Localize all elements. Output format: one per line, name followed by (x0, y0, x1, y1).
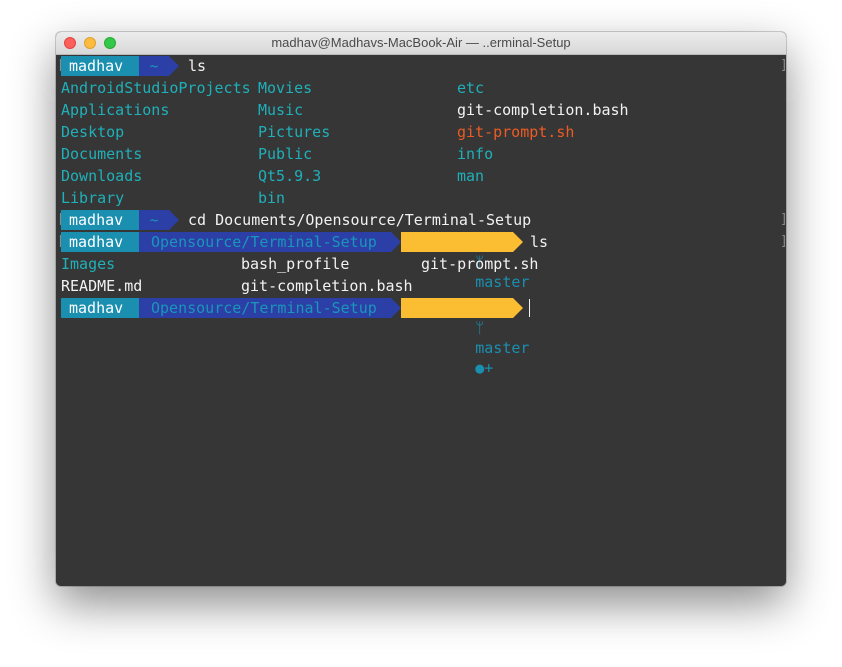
ls-entry: etc (457, 79, 485, 97)
prompt-user: madhav (61, 232, 139, 252)
ls-entry: Qt5.9.3 (258, 167, 322, 185)
ls-row: Library bin (56, 187, 786, 209)
powerline-arrow (169, 210, 179, 230)
powerline-arrow (391, 298, 401, 318)
ls-entry: Pictures (258, 123, 331, 141)
git-branch-icon: ᛘ (475, 319, 485, 337)
title-bar[interactable]: madhav@Madhavs-MacBook-Air — ..erminal-S… (56, 32, 786, 55)
prompt-line: [ ] madhav ~ ls (56, 55, 786, 77)
ls-entry: README.md (61, 277, 143, 295)
ls-entry: Applications (61, 101, 170, 119)
command-text: ls (188, 57, 207, 75)
window-title: madhav@Madhavs-MacBook-Air — ..erminal-S… (271, 35, 571, 50)
powerline-arrow (169, 56, 179, 76)
ls-entry: Downloads (61, 167, 143, 185)
powerline-arrow (513, 232, 523, 252)
bracket-right: ] (780, 231, 786, 253)
git-segment: ᛘ master ●+ (401, 232, 529, 311)
ls-entry: git-prompt.sh (457, 123, 575, 141)
ls-row: Documents Public info (56, 143, 786, 165)
command-text: ls (530, 233, 549, 251)
ls-entry: bin (258, 189, 286, 207)
bracket-right: ] (780, 209, 786, 231)
text-cursor (529, 299, 530, 317)
ls-row: Desktop Pictures git-prompt.sh (56, 121, 786, 143)
ls-row: Applications Music git-completion.bash (56, 99, 786, 121)
terminal-window: madhav@Madhavs-MacBook-Air — ..erminal-S… (56, 32, 786, 586)
ls-entry: git-prompt.sh (421, 255, 539, 273)
ls-row: Images bash_profile git-prompt.sh (56, 253, 786, 275)
git-branch: master (475, 339, 530, 357)
ls-entry: AndroidStudioProjects (61, 79, 251, 97)
prompt-dir: Opensource/Terminal-Setup (139, 298, 391, 318)
prompt-line: madhav Opensource/Terminal-Setup ᛘ maste… (56, 297, 786, 377)
prompt-user: madhav (61, 210, 139, 230)
prompt-user: madhav (61, 56, 139, 76)
prompt-line: [ ] madhav Opensource/Terminal-Setup ᛘ m… (56, 231, 786, 311)
command-text: cd Documents/Opensource/Terminal-Setup (188, 211, 532, 229)
prompt-dir: ~ (139, 56, 169, 76)
terminal-content[interactable]: [ ] madhav ~ ls AndroidStudioProjects Mo… (56, 55, 786, 586)
ls-row: README.md git-completion.bash (56, 275, 786, 297)
ls-entry: man (457, 167, 485, 185)
prompt-dir: Opensource/Terminal-Setup (139, 232, 391, 252)
ls-row: AndroidStudioProjects Movies etc (56, 77, 786, 99)
powerline-arrow (513, 298, 523, 318)
ls-entry: Music (258, 101, 304, 119)
prompt-user: madhav (61, 298, 139, 318)
ls-entry: Desktop (61, 123, 125, 141)
ls-entry: Documents (61, 145, 143, 163)
ls-entry: git-completion.bash (457, 101, 629, 119)
git-segment: ᛘ master ●+ (401, 298, 529, 377)
ls-entry: Movies (258, 79, 313, 97)
ls-entry: Public (258, 145, 313, 163)
powerline-arrow (391, 232, 401, 252)
ls-entry: info (457, 145, 494, 163)
bracket-right: ] (780, 55, 786, 77)
prompt-line: [ ] madhav ~ cd Documents/Opensource/Ter… (56, 209, 786, 231)
ls-entry: Images (61, 255, 116, 273)
ls-entry: git-completion.bash (241, 277, 413, 295)
ls-entry: Library (61, 189, 125, 207)
git-status: ●+ (475, 359, 494, 377)
prompt-dir: ~ (139, 210, 169, 230)
ls-row: Downloads Qt5.9.3 man (56, 165, 786, 187)
ls-entry: bash_profile (241, 255, 350, 273)
